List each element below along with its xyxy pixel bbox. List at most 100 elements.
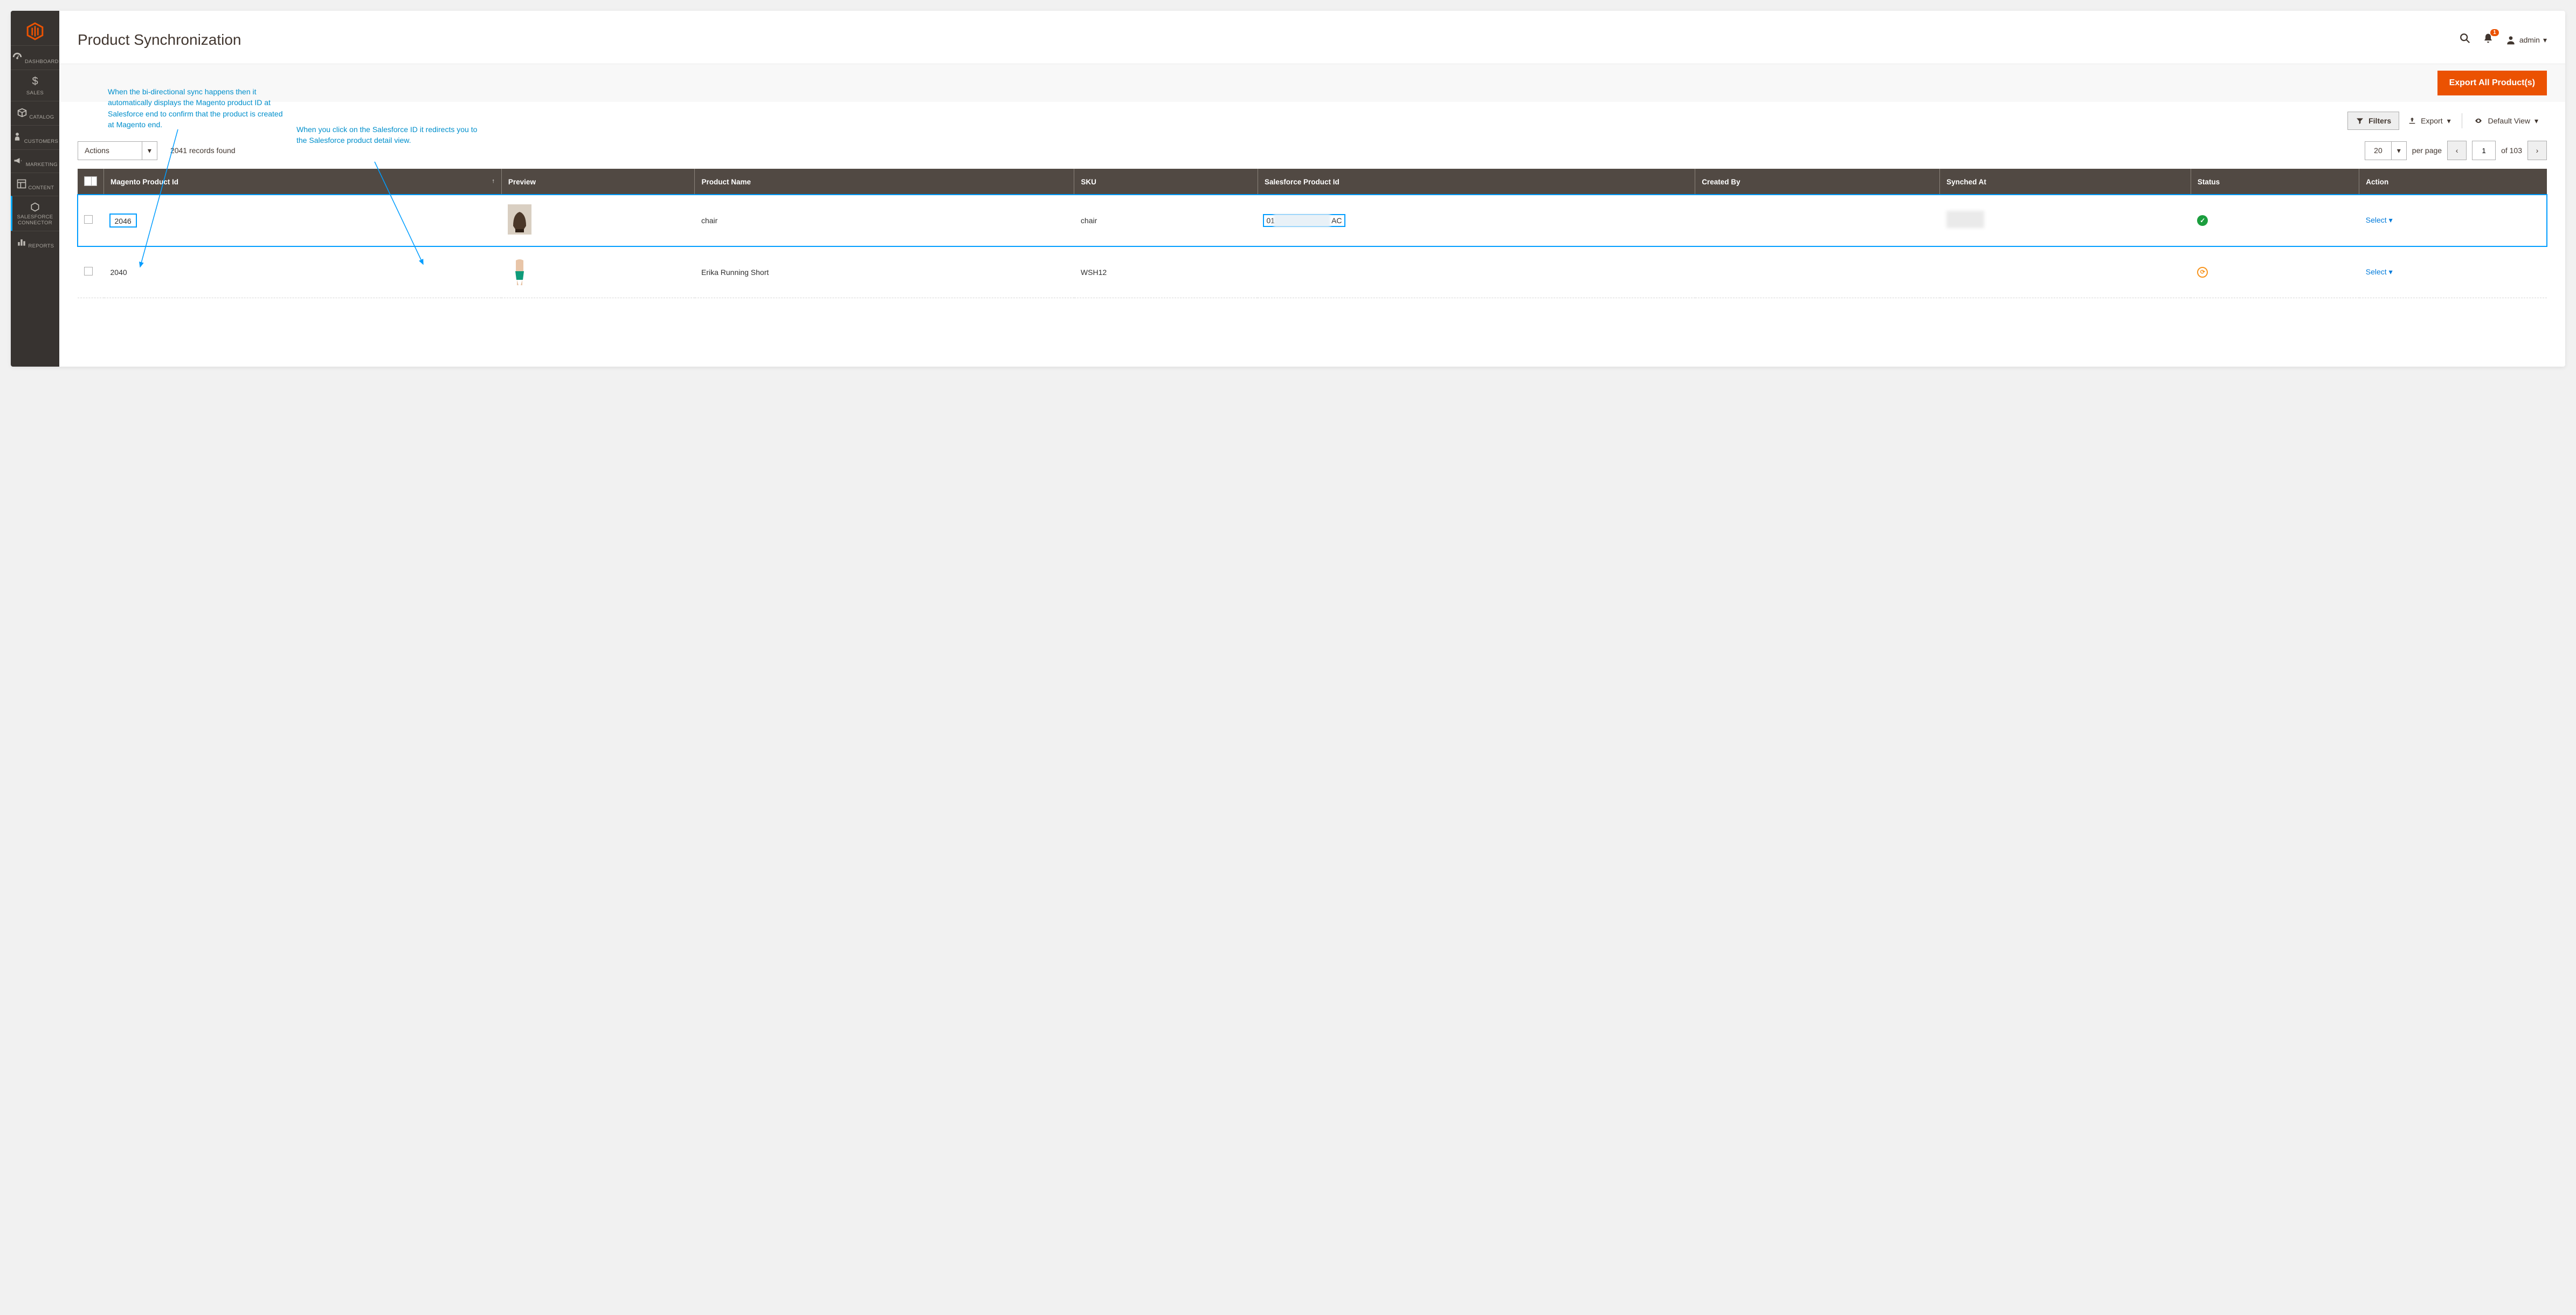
sidebar: DASHBOARD $ SALES CATALOG CUSTOMERS MARK…	[11, 11, 59, 367]
mass-actions-dropdown[interactable]: Actions ▾	[78, 141, 157, 160]
per-page-value: 20	[2365, 142, 2391, 159]
cell-product-name: chair	[695, 195, 1074, 246]
cell-synched-at	[1940, 246, 2191, 298]
cell-sku: chair	[1074, 195, 1258, 246]
next-page-button[interactable]: ›	[2527, 141, 2547, 160]
col-action[interactable]: Action	[2359, 169, 2547, 195]
cell-status: ✓	[2191, 195, 2359, 246]
export-label: Export	[2421, 116, 2442, 125]
row-checkbox[interactable]	[84, 267, 93, 276]
gauge-icon	[11, 59, 23, 65]
per-page-select[interactable]: 20 ▾	[2365, 141, 2407, 160]
col-created-by[interactable]: Created By	[1695, 169, 1940, 195]
prev-page-button[interactable]: ‹	[2447, 141, 2467, 160]
admin-label: admin	[2519, 36, 2540, 44]
export-button[interactable]: Export ▾	[2399, 112, 2460, 130]
default-view-button[interactable]: Default View ▾	[2464, 112, 2547, 130]
col-preview[interactable]: Preview	[501, 169, 695, 195]
upload-icon	[2408, 116, 2416, 125]
admin-user-menu[interactable]: admin ▾	[2505, 35, 2547, 45]
col-checkbox[interactable]: ▼	[78, 169, 104, 195]
sidebar-item-salesforce-connector[interactable]: SALESFORCE CONNECTOR	[11, 196, 59, 231]
sidebar-item-marketing[interactable]: MARKETING	[11, 149, 59, 173]
sidebar-item-label: MARKETING	[26, 162, 58, 168]
caret-down-icon: ▾	[142, 142, 157, 160]
cell-created-by	[1695, 195, 1940, 246]
sidebar-item-label: SALES	[26, 90, 44, 96]
status-success-icon: ✓	[2197, 215, 2208, 226]
eye-icon	[2473, 117, 2484, 125]
cell-status: ⟳	[2191, 246, 2359, 298]
notifications-icon[interactable]: 1	[2483, 32, 2494, 47]
row-checkbox[interactable]	[84, 215, 93, 224]
row-action-select[interactable]: Select ▾	[2366, 216, 2393, 224]
product-image	[508, 256, 531, 286]
megaphone-icon	[12, 162, 24, 168]
caret-down-icon: ▾	[2543, 36, 2547, 45]
top-actions: 1 admin ▾	[2459, 32, 2547, 47]
page-input[interactable]	[2472, 141, 2496, 160]
sidebar-item-label: CATALOG	[29, 114, 54, 120]
dollar-icon: $	[11, 75, 59, 88]
per-page-label: per page	[2412, 146, 2442, 155]
user-icon	[2505, 35, 2516, 45]
cell-preview	[501, 246, 695, 298]
magento-logo[interactable]	[25, 16, 45, 45]
sf-suffix: AC	[1331, 216, 1342, 225]
product-image	[508, 204, 531, 235]
sidebar-item-label: SALESFORCE CONNECTOR	[17, 214, 53, 226]
products-table: ▼ Magento Product Id↑ Preview Product Na…	[78, 169, 2547, 298]
cell-sku: WSH12	[1074, 246, 1258, 298]
notification-badge: 1	[2490, 29, 2499, 36]
cell-salesforce-id	[1258, 246, 1695, 298]
sidebar-item-label: CONTENT	[28, 185, 54, 191]
box-icon	[16, 114, 28, 120]
col-sku[interactable]: SKU	[1074, 169, 1258, 195]
row-action-select[interactable]: Select ▾	[2366, 267, 2393, 276]
col-status[interactable]: Status	[2191, 169, 2359, 195]
sidebar-item-label: DASHBOARD	[25, 59, 59, 65]
cell-synched-at	[1940, 195, 2191, 246]
table-row: 2040 Erika Running Short WSH12 ⟳ Select …	[78, 246, 2547, 298]
actions-label: Actions	[78, 142, 142, 159]
topbar: Product Synchronization 1 admin ▾	[78, 11, 2547, 64]
export-all-products-button[interactable]: Export All Product(s)	[2437, 71, 2547, 95]
page-title: Product Synchronization	[78, 31, 241, 49]
records-found-label: 2041 records found	[170, 146, 236, 155]
caret-down-icon: ▾	[2534, 116, 2538, 126]
redacted-mask	[1274, 214, 1330, 227]
sidebar-item-catalog[interactable]: CATALOG	[11, 101, 59, 125]
table-row: 2046 chair chair 01 xxxxxxxxxxxxxx AC	[78, 195, 2547, 246]
sidebar-item-dashboard[interactable]: DASHBOARD	[11, 45, 59, 70]
col-product-name[interactable]: Product Name	[695, 169, 1074, 195]
salesforce-id-link[interactable]: 01 xxxxxxxxxxxxxx AC	[1264, 215, 1344, 226]
hexagon-icon	[30, 208, 40, 214]
sidebar-item-sales[interactable]: $ SALES	[11, 70, 59, 101]
status-sync-icon: ⟳	[2197, 267, 2208, 278]
redacted-mask	[1946, 211, 1984, 228]
col-salesforce-id[interactable]: Salesforce Product Id	[1258, 169, 1695, 195]
bar-chart-icon	[16, 243, 27, 249]
col-magento-id[interactable]: Magento Product Id↑	[104, 169, 502, 195]
sidebar-item-customers[interactable]: CUSTOMERS	[11, 125, 59, 149]
col-synched-at[interactable]: Synched At	[1940, 169, 2191, 195]
search-icon[interactable]	[2459, 32, 2471, 47]
annotation-left: When the bi-directional sync happens the…	[108, 86, 291, 130]
view-label: Default View	[2488, 116, 2530, 125]
sidebar-item-label: REPORTS	[28, 243, 54, 249]
app-frame: DASHBOARD $ SALES CATALOG CUSTOMERS MARK…	[11, 11, 2565, 367]
sidebar-item-label: CUSTOMERS	[24, 139, 58, 144]
header-checkbox[interactable]: ▼	[84, 176, 97, 186]
cell-product-name: Erika Running Short	[695, 246, 1074, 298]
cell-created-by	[1695, 246, 1940, 298]
main-content: When the bi-directional sync happens the…	[59, 11, 2565, 367]
cell-magento-id: 2040	[104, 246, 502, 298]
person-icon	[12, 139, 23, 144]
table-header-row: ▼ Magento Product Id↑ Preview Product Na…	[78, 169, 2547, 195]
cell-magento-id: 2046	[111, 215, 136, 226]
sidebar-item-reports[interactable]: REPORTS	[11, 231, 59, 254]
page-total-label: of 103	[2501, 146, 2522, 155]
filters-button[interactable]: Filters	[2347, 112, 2399, 130]
action-bar: Export All Product(s)	[59, 64, 2565, 102]
sidebar-item-content[interactable]: CONTENT	[11, 173, 59, 196]
